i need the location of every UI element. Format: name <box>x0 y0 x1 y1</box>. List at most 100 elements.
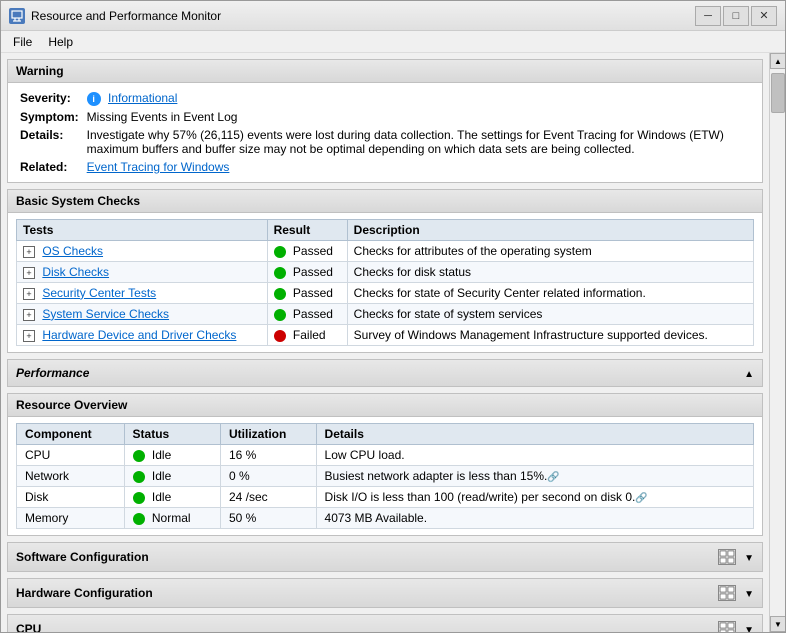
res-details: Busiest network adapter is less than 15%… <box>316 465 753 486</box>
res-utilization: 24 /sec <box>220 486 316 507</box>
res-status: Idle <box>124 444 220 465</box>
expand-icon[interactable]: + <box>23 246 35 258</box>
software-config-section: Software Configuration <box>7 542 763 572</box>
hardware-config-controls <box>718 585 754 601</box>
cpu-chevron <box>744 622 754 632</box>
hardware-config-chevron <box>744 586 754 600</box>
res-status-text: Idle <box>152 448 171 462</box>
res-details: Low CPU load. <box>316 444 753 465</box>
checks-table: Tests Result Description + OS Checks Pas… <box>16 219 754 346</box>
basic-checks-title: Basic System Checks <box>16 194 140 208</box>
col-result: Result <box>267 219 347 240</box>
resource-overview-header: Resource Overview <box>8 394 762 417</box>
expand-icon[interactable]: + <box>23 330 35 342</box>
related-row: Related: Event Tracing for Windows <box>16 158 754 176</box>
cpu-header[interactable]: CPU <box>8 615 762 632</box>
cpu-grid-icon[interactable] <box>718 621 736 632</box>
check-test-link[interactable]: Disk Checks <box>42 265 109 279</box>
scroll-up-button[interactable]: ▲ <box>770 53 785 69</box>
menu-bar: File Help <box>1 31 785 53</box>
cpu-title: CPU <box>16 622 41 632</box>
status-dot <box>274 288 286 300</box>
software-config-controls <box>718 549 754 565</box>
expand-icon[interactable]: + <box>23 288 35 300</box>
expand-icon[interactable]: + <box>23 267 35 279</box>
res-status-dot <box>133 471 145 483</box>
main-wrapper: Warning Severity: i Informational Sympto… <box>1 53 785 632</box>
warning-content: Severity: i Informational Symptom: Missi… <box>8 83 762 182</box>
minimize-button[interactable]: ─ <box>695 6 721 26</box>
check-result-text: Failed <box>293 328 326 342</box>
severity-link[interactable]: Informational <box>108 91 177 105</box>
check-test-link[interactable]: Security Center Tests <box>42 286 156 300</box>
resource-overview-title: Resource Overview <box>16 398 127 412</box>
resource-row: Network Idle 0 % Busiest network adapter… <box>17 465 754 486</box>
related-link[interactable]: Event Tracing for Windows <box>87 160 230 174</box>
scroll-track[interactable] <box>770 69 785 616</box>
basic-checks-content: Tests Result Description + OS Checks Pas… <box>8 213 762 352</box>
severity-value: i Informational <box>83 89 754 108</box>
symptom-row: Symptom: Missing Events in Event Log <box>16 108 754 126</box>
close-button[interactable]: ✕ <box>751 6 777 26</box>
check-row: + OS Checks Passed Checks for attributes… <box>17 240 754 261</box>
res-status-dot <box>133 513 145 525</box>
check-result: Passed <box>267 282 347 303</box>
res-component: Disk <box>17 486 125 507</box>
col-description: Description <box>347 219 753 240</box>
check-test-link[interactable]: System Service Checks <box>42 307 169 321</box>
check-test: + OS Checks <box>17 240 268 261</box>
check-test-link[interactable]: Hardware Device and Driver Checks <box>42 328 236 342</box>
performance-section: Performance <box>7 359 763 387</box>
menu-help[interactable]: Help <box>40 33 81 51</box>
res-status-text: Idle <box>152 490 171 504</box>
res-col-status: Status <box>124 423 220 444</box>
status-dot <box>274 267 286 279</box>
check-test: + Hardware Device and Driver Checks <box>17 324 268 345</box>
symptom-value: Missing Events in Event Log <box>83 108 754 126</box>
status-dot <box>274 330 286 342</box>
software-config-title: Software Configuration <box>16 550 149 564</box>
expand-icon[interactable]: + <box>23 309 35 321</box>
hardware-config-section: Hardware Configuration <box>7 578 763 608</box>
performance-chevron <box>744 366 754 380</box>
hardware-config-grid-icon[interactable] <box>718 585 736 601</box>
software-config-grid-icon[interactable] <box>718 549 736 565</box>
check-result: Passed <box>267 240 347 261</box>
res-col-component: Component <box>17 423 125 444</box>
res-status-text: Normal <box>152 511 191 525</box>
check-result-text: Passed <box>293 244 333 258</box>
res-col-details: Details <box>316 423 753 444</box>
check-description: Checks for attributes of the operating s… <box>347 240 753 261</box>
menu-file[interactable]: File <box>5 33 40 51</box>
check-test: + System Service Checks <box>17 303 268 324</box>
resource-table: Component Status Utilization Details CPU… <box>16 423 754 529</box>
check-description: Checks for state of system services <box>347 303 753 324</box>
check-row: + Security Center Tests Passed Checks fo… <box>17 282 754 303</box>
basic-checks-header: Basic System Checks <box>8 190 762 213</box>
window-controls: ─ □ ✕ <box>695 6 777 26</box>
performance-header[interactable]: Performance <box>8 360 762 386</box>
resource-header-row: Component Status Utilization Details <box>17 423 754 444</box>
check-row: + System Service Checks Passed Checks fo… <box>17 303 754 324</box>
content-area[interactable]: Warning Severity: i Informational Sympto… <box>1 53 769 632</box>
hardware-config-header[interactable]: Hardware Configuration <box>8 579 762 607</box>
resource-row: Memory Normal 50 % 4073 MB Available. <box>17 507 754 528</box>
resource-overview-section: Resource Overview Component Status Utili… <box>7 393 763 536</box>
maximize-button[interactable]: □ <box>723 6 749 26</box>
check-result: Failed <box>267 324 347 345</box>
check-test-link[interactable]: OS Checks <box>42 244 103 258</box>
related-label: Related: <box>16 158 83 176</box>
warning-table: Severity: i Informational Symptom: Missi… <box>16 89 754 176</box>
details-row: Details: Investigate why 57% (26,115) ev… <box>16 126 754 158</box>
res-utilization: 50 % <box>220 507 316 528</box>
col-tests: Tests <box>17 219 268 240</box>
scroll-down-button[interactable]: ▼ <box>770 616 785 632</box>
check-result: Passed <box>267 303 347 324</box>
window-title: Resource and Performance Monitor <box>31 9 695 23</box>
scroll-thumb[interactable] <box>771 73 785 113</box>
check-test: + Security Center Tests <box>17 282 268 303</box>
check-result-text: Passed <box>293 286 333 300</box>
scrollbar[interactable]: ▲ ▼ <box>769 53 785 632</box>
software-config-header[interactable]: Software Configuration <box>8 543 762 571</box>
status-dot <box>274 309 286 321</box>
